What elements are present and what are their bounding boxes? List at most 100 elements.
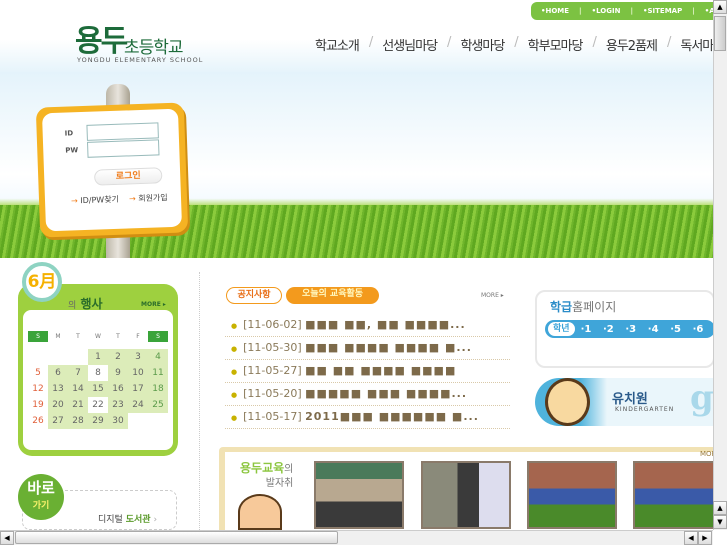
weekday-header: F — [136, 333, 140, 340]
calendar-title: 의 행사 — [68, 297, 103, 311]
pw-input[interactable] — [87, 139, 160, 158]
top-utility-bar: •HOME| •LOGIN| •SITEMAP| •ADMIN — [531, 2, 727, 20]
find-id-pw-link[interactable]: → ID/PW찾기 — [71, 194, 119, 207]
grade-bar: 학년 ·1 ·2 ·3 ·4 ·5 ·6 — [545, 320, 715, 338]
nav-parents[interactable]: 학부모마당 — [518, 35, 593, 54]
kindergarten-title: 유치원 — [612, 392, 648, 407]
id-label: ID — [64, 129, 74, 138]
scroll-down-icon[interactable]: ▼ — [713, 515, 727, 529]
tab-today-activities[interactable]: 오늘의 교육활동 — [286, 287, 379, 304]
calendar-day[interactable]: 27 — [48, 413, 68, 429]
calendar-day[interactable]: 19 — [28, 397, 48, 413]
calendar-day[interactable]: 8 — [88, 365, 108, 381]
scroll-up-icon[interactable]: ▲ — [713, 0, 727, 14]
separator: | — [692, 7, 695, 15]
grade-6-link[interactable]: ·6 — [693, 324, 715, 335]
digital-library-link[interactable]: 디지털 도서관 › — [98, 512, 157, 525]
notice-more-link[interactable]: MORE ▸ — [481, 292, 504, 299]
grade-2-link[interactable]: ·2 — [603, 324, 625, 335]
grade-3-link[interactable]: ·3 — [625, 324, 647, 335]
nav-yongdu2[interactable]: 용두2품제 — [596, 35, 667, 54]
list-item[interactable]: ● [11-06-02] ■■■ ■■, ■■ ■■■■... — [225, 314, 510, 337]
calendar-day[interactable]: 24 — [128, 397, 148, 413]
nav-teachers[interactable]: 선생님마당 — [372, 35, 447, 54]
boy-character-image — [238, 494, 282, 530]
scroll-right-icon[interactable]: ▶ — [698, 531, 712, 545]
class-homepage-title: 학급홈페이지 — [550, 300, 617, 314]
horizontal-scroll-thumb[interactable] — [15, 531, 338, 544]
gallery-photo[interactable] — [421, 461, 511, 529]
calendar-day[interactable]: 9 — [108, 365, 128, 381]
gallery-title: 용두교육의 발자취 — [240, 461, 294, 489]
scroll-left-icon[interactable]: ◀ — [0, 531, 14, 545]
login-panel: ID PW 로그인 → ID/PW찾기 → 회원가입 — [35, 102, 189, 238]
calendar-day[interactable]: 3 — [128, 349, 148, 365]
calendar-day[interactable]: 4 — [148, 349, 168, 365]
gallery-photo[interactable] — [527, 461, 617, 529]
logo[interactable]: 용두 — [75, 16, 128, 60]
weekday-header: W — [95, 333, 101, 340]
list-item[interactable]: ● [11-05-27] ■■ ■■ ■■■■ ■■■■ — [225, 360, 510, 383]
calendar-day[interactable]: 30 — [108, 413, 128, 429]
weekday-header: M — [55, 333, 61, 340]
gallery-photo[interactable] — [633, 461, 723, 529]
join-link[interactable]: → 회원가입 — [129, 192, 168, 204]
nav-school-intro[interactable]: 학교소개 — [305, 35, 369, 54]
weekday-header: T — [116, 333, 120, 340]
home-link[interactable]: •HOME — [541, 7, 569, 15]
calendar-day[interactable]: 2 — [108, 349, 128, 365]
scroll-left-icon[interactable]: ◀ — [684, 531, 698, 545]
calendar-day[interactable]: 20 — [48, 397, 68, 413]
calendar-day[interactable]: 25 — [148, 397, 168, 413]
grade-1-link[interactable]: ·1 — [581, 324, 603, 335]
calendar-day[interactable]: 29 — [88, 413, 108, 429]
login-link[interactable]: •LOGIN — [592, 7, 621, 15]
logo-subtitle: 초등학교 — [124, 38, 184, 58]
calendar-day[interactable]: 28 — [68, 413, 88, 429]
calendar-more-link[interactable]: MORE ▸ — [141, 301, 166, 308]
calendar-day[interactable]: 23 — [108, 397, 128, 413]
calendar-day[interactable]: 17 — [128, 381, 148, 397]
calendar-day[interactable]: 6 — [48, 365, 68, 381]
weekday-header: T — [76, 333, 80, 340]
list-item[interactable]: ● [11-05-20] ■■■■■ ■■■ ■■■■... — [225, 383, 510, 406]
quick-links-badge: 바로 가기 — [18, 474, 64, 520]
nav-students[interactable]: 학생마당 — [450, 35, 514, 54]
girl-character-image — [545, 378, 590, 426]
logo-english: YONGDU ELEMENTARY SCHOOL — [77, 56, 204, 64]
calendar-day[interactable]: 7 — [68, 365, 88, 381]
separator: | — [630, 7, 634, 15]
calendar-day[interactable]: 26 — [28, 413, 48, 429]
vertical-scrollbar[interactable] — [713, 0, 727, 530]
list-item[interactable]: ● [11-05-17] 2011■■■ ■■■■■■ ■... — [225, 406, 510, 429]
vertical-scroll-thumb[interactable] — [714, 16, 726, 51]
calendar-day[interactable]: 14 — [68, 381, 88, 397]
grade-label: 학년 — [548, 322, 575, 336]
gallery-photo[interactable] — [314, 461, 404, 529]
calendar-day[interactable]: 18 — [148, 381, 168, 397]
weekday-header: S — [148, 331, 168, 342]
list-item[interactable]: ● [11-05-30] ■■■ ■■■■ ■■■■ ■... — [225, 337, 510, 360]
calendar-day[interactable]: 15 — [88, 381, 108, 397]
calendar-day[interactable]: 12 — [28, 381, 48, 397]
calendar-day[interactable]: 1 — [88, 349, 108, 365]
grade-4-link[interactable]: ·4 — [648, 324, 670, 335]
grade-5-link[interactable]: ·5 — [670, 324, 692, 335]
arrow-icon: → — [70, 196, 78, 206]
calendar-day[interactable]: 13 — [48, 381, 68, 397]
id-input[interactable] — [86, 122, 159, 141]
scroll-up-icon[interactable]: ▲ — [713, 501, 727, 515]
calendar-day[interactable]: 11 — [148, 365, 168, 381]
calendar-day[interactable]: 22 — [88, 397, 108, 413]
calendar-day[interactable]: 10 — [128, 365, 148, 381]
calendar-day[interactable]: 5 — [28, 365, 48, 381]
calendar-day[interactable]: 21 — [68, 397, 88, 413]
sitemap-link[interactable]: •SITEMAP — [643, 7, 682, 15]
login-button[interactable]: 로그인 — [93, 167, 163, 186]
pw-label: PW — [65, 146, 79, 155]
month-badge: 6月 — [22, 262, 62, 302]
arrow-icon: → — [128, 194, 136, 204]
divider — [199, 272, 200, 530]
tab-notice[interactable]: 공지사항 — [226, 287, 282, 304]
calendar-day[interactable]: 16 — [108, 381, 128, 397]
